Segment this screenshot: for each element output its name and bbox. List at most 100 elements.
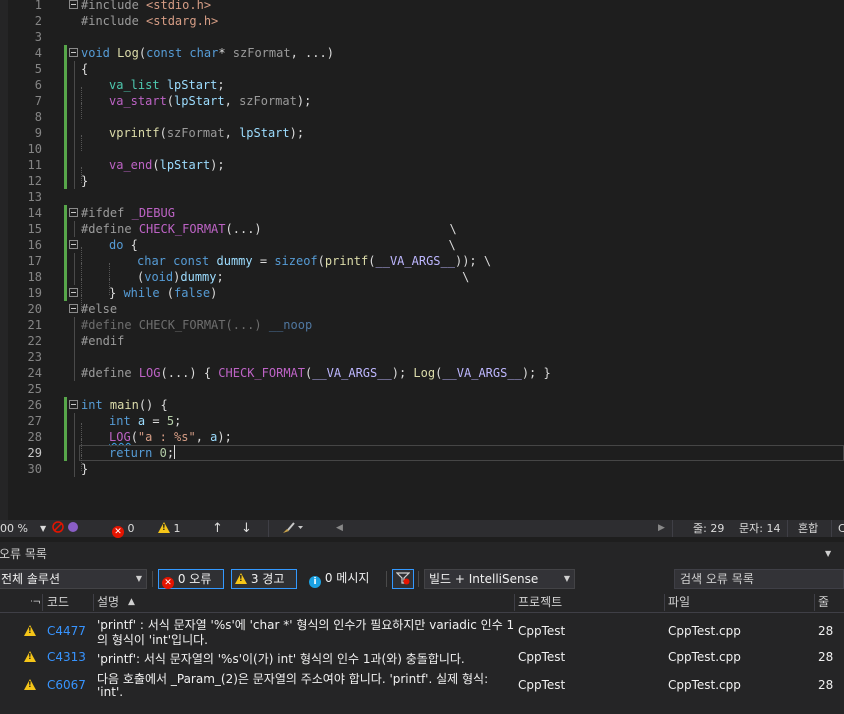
code-line[interactable]: 13 [0, 189, 844, 205]
column-header-description[interactable]: 설명 [97, 592, 119, 613]
scope-dropdown[interactable]: 전체 솔루션 ▼ [0, 569, 147, 589]
code-text[interactable]: } while (false) [81, 285, 217, 311]
code-line[interactable]: 8 [0, 109, 844, 125]
code-text[interactable]: do { \ [81, 237, 456, 263]
table-row[interactable]: C4477 'printf' : 서식 문자열 '%s'에 'char *' 형… [0, 616, 844, 647]
column-type-icon[interactable]: ᐧ¬ [30, 592, 41, 613]
error-list-search-input[interactable]: 검색 오류 목록 [674, 569, 844, 589]
horizontal-scrollbar-track[interactable] [346, 520, 656, 537]
change-indicator [64, 173, 67, 189]
code-text[interactable]: #define LOG(...) { CHECK_FORMAT(__VA_ARG… [81, 365, 551, 381]
code-text[interactable]: #include <stdarg.h> [81, 13, 218, 29]
code-line[interactable]: 24 #define LOG(...) { CHECK_FORMAT(__VA_A… [0, 365, 844, 381]
collapse-icon[interactable] [69, 48, 78, 57]
code-text[interactable]: void Log(const char* szFormat, ...) [81, 45, 334, 61]
collapse-icon[interactable] [69, 0, 78, 9]
code-line[interactable]: 26 int main() { [0, 397, 844, 413]
code-line[interactable]: 28 LOG("a : %s", a); [0, 429, 844, 455]
code-line[interactable]: 30} [0, 461, 844, 477]
column-header-line[interactable]: 줄 [818, 592, 829, 613]
code-text[interactable]: #else [81, 301, 117, 317]
zoom-dropdown-icon[interactable]: ▼ [40, 520, 46, 537]
code-line[interactable]: 5{ [0, 61, 844, 77]
code-line[interactable]: 4 void Log(const char* szFormat, ...) [0, 45, 844, 61]
warning-code-link[interactable]: C4313 [47, 650, 86, 664]
change-indicator [64, 77, 67, 93]
build-source-dropdown[interactable]: 빌드 + IntelliSense ▼ [424, 569, 575, 589]
code-text[interactable]: vprintf(szFormat, lpStart); [81, 125, 304, 151]
intellicode-icon[interactable] [52, 520, 80, 537]
collapse-icon[interactable] [69, 288, 78, 297]
column-header-code[interactable]: 코드 [47, 592, 69, 613]
next-issue-arrow-icon[interactable]: ↓ [241, 520, 252, 537]
code-text[interactable]: va_end(lpStart); [81, 157, 225, 183]
code-text[interactable]: int main() { [81, 397, 168, 413]
error-count-indicator[interactable]: ✕ 0 [112, 520, 135, 538]
change-indicator [64, 45, 67, 61]
code-text[interactable]: { [81, 61, 88, 77]
brush-icon[interactable] [282, 520, 304, 537]
code-line[interactable]: 6 va_list lpStart; [0, 77, 844, 103]
code-line[interactable]: 10 [0, 141, 844, 157]
table-row[interactable]: C6067 다음 호출에서 _Param_(2)은 문자열의 주소여야 합니다.… [0, 670, 844, 700]
line-number: 10 [27, 142, 42, 156]
code-line[interactable]: 11 va_end(lpStart); [0, 157, 844, 183]
code-line[interactable]: 21 #define CHECK_FORMAT(...) __noop [0, 317, 844, 333]
previous-issue-arrow-icon[interactable]: ↑ [212, 520, 223, 537]
code-line[interactable]: 3 [0, 29, 844, 45]
code-text[interactable]: } [81, 173, 88, 189]
code-text[interactable]: char const dummy = sizeof(printf(__VA_AR… [81, 253, 491, 279]
code-text[interactable]: #include <stdio.h> [81, 0, 211, 13]
warning-code-link[interactable]: C4477 [47, 624, 86, 638]
collapse-icon[interactable] [69, 208, 78, 217]
code-line[interactable]: 12} [0, 173, 844, 189]
code-text[interactable]: (void)dummy; \ [81, 269, 469, 295]
scroll-right-icon[interactable]: ▶ [658, 520, 665, 537]
code-line[interactable]: 23 [0, 349, 844, 365]
code-line[interactable]: 1 #include <stdio.h> [0, 0, 844, 13]
code-line[interactable]: 27 int a = 5; [0, 413, 844, 439]
encoding-indicator[interactable]: C [838, 520, 844, 537]
code-line[interactable]: 14 #ifdef _DEBUG [0, 205, 844, 221]
code-line[interactable]: 18 (void)dummy; \ [0, 269, 844, 295]
column-header-file[interactable]: 파일 [668, 592, 690, 613]
warning-code-link[interactable]: C6067 [47, 678, 86, 692]
warning-count-indicator[interactable]: 1 [158, 520, 181, 537]
code-text[interactable]: va_list lpStart; [81, 77, 225, 103]
code-text[interactable]: int a = 5; [81, 413, 181, 439]
code-line[interactable]: 16 do { \ [0, 237, 844, 263]
error-icon: ✕ [162, 577, 174, 589]
errors-filter-button[interactable]: ✕ 0 오류 [158, 569, 224, 589]
code-line[interactable]: 15 #define CHECK_FORMAT(...) \ [0, 221, 844, 237]
code-text[interactable]: #endif [81, 333, 124, 349]
messages-filter-button[interactable]: i 0 메시지 [306, 569, 384, 589]
code-line[interactable]: 25 [0, 381, 844, 397]
code-text[interactable]: va_start(lpStart, szFormat); [81, 93, 311, 119]
code-line[interactable]: 9 vprintf(szFormat, lpStart); [0, 125, 844, 151]
code-line[interactable]: 19} while (false) [0, 285, 844, 311]
panel-menu-dropdown-icon[interactable]: ▼ [825, 542, 831, 566]
code-text[interactable]: #define CHECK_FORMAT(...) \ [81, 221, 457, 237]
scroll-left-icon[interactable]: ◀ [336, 520, 343, 537]
code-line[interactable]: 29 return 0; [0, 445, 844, 471]
collapse-icon[interactable] [69, 400, 78, 409]
code-text[interactable]: return 0; [81, 445, 176, 471]
filter-button[interactable] [392, 569, 414, 589]
code-line[interactable]: 7 va_start(lpStart, szFormat); [0, 93, 844, 119]
line-ending-mode[interactable]: 혼합 [798, 520, 818, 537]
code-text[interactable]: #define CHECK_FORMAT(...) __noop [81, 317, 312, 333]
collapse-icon[interactable] [69, 240, 78, 249]
table-row[interactable]: C4313 'printf': 서식 문자열의 '%s'이(가) int' 형식… [0, 650, 844, 666]
code-editor[interactable]: 1 #include <stdio.h> 2 #include <stdarg.h> 3… [0, 0, 844, 520]
zoom-level[interactable]: 00 % [0, 520, 28, 537]
collapse-icon[interactable] [69, 304, 78, 313]
code-line[interactable]: 17 char const dummy = sizeof(printf(__VA_… [0, 253, 844, 279]
warnings-filter-button[interactable]: 3 경고 [231, 569, 297, 589]
code-line[interactable]: 2 #include <stdarg.h> [0, 13, 844, 29]
code-line[interactable]: 20 #else [0, 301, 844, 317]
code-text[interactable]: #ifdef _DEBUG [81, 205, 175, 221]
code-line[interactable]: 22 #endif [0, 333, 844, 349]
code-text[interactable]: } [81, 461, 88, 477]
column-header-project[interactable]: 프로젝트 [518, 592, 562, 613]
code-text[interactable]: LOG("a : %s", a); [81, 429, 232, 455]
